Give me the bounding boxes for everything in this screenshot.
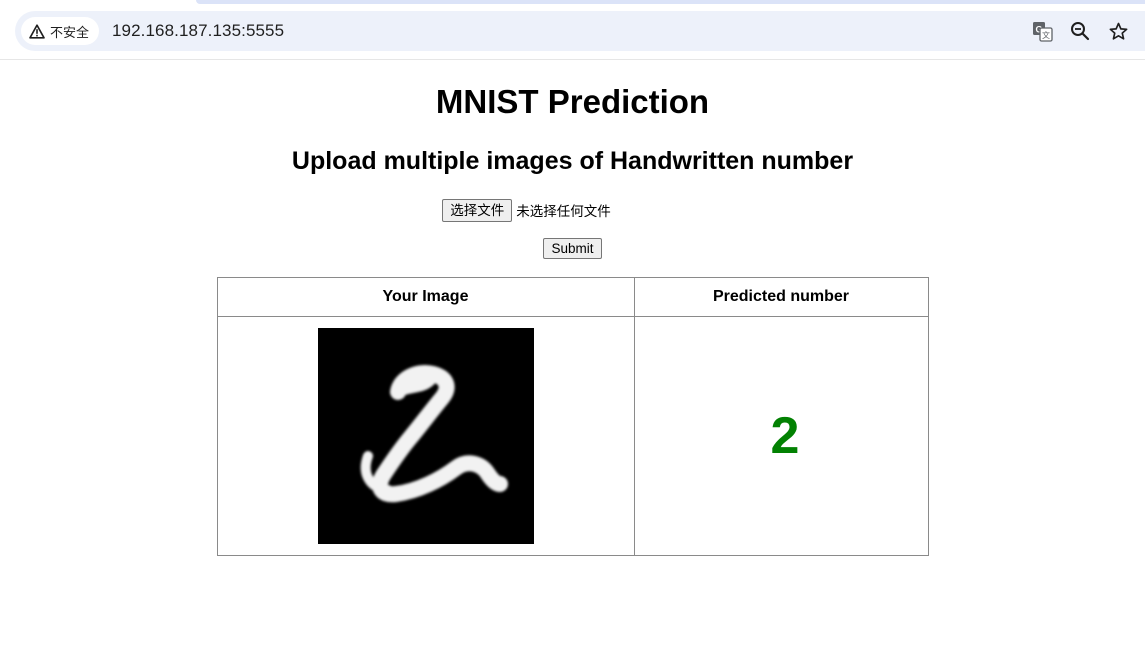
warning-icon (29, 23, 45, 39)
page-content: MNIST Prediction Upload multiple images … (0, 83, 1145, 556)
table-row: 2 (216, 316, 929, 556)
handwritten-digit-image (317, 328, 534, 544)
column-header-prediction: Predicted number (633, 277, 929, 317)
address-bar[interactable]: 不安全 192.168.187.135:5555 G 文 (15, 11, 1145, 51)
browser-toolbar: 不安全 192.168.187.135:5555 G 文 (0, 0, 1145, 60)
security-label: 不安全 (50, 24, 90, 40)
file-status-text: 未选择任何文件 (516, 204, 611, 219)
choose-file-button[interactable]: 选择文件 (442, 198, 513, 222)
bookmark-star-icon[interactable] (1107, 20, 1129, 42)
translate-icon[interactable]: G 文 (1031, 20, 1053, 42)
results-table: Your Image Predicted number 2 (216, 277, 929, 556)
table-header-row: Your Image Predicted number (216, 277, 929, 317)
page-subtitle: Upload multiple images of Handwritten nu… (291, 147, 854, 175)
prediction-cell: 2 (633, 316, 929, 556)
submit-row: Submit (0, 238, 1145, 260)
submit-button[interactable]: Submit (543, 238, 602, 259)
tab-strip-edge (196, 0, 1145, 4)
image-cell (216, 316, 635, 556)
predicted-number: 2 (770, 407, 800, 465)
file-upload-row: 选择文件 未选择任何文件 (0, 198, 1099, 222)
url-text[interactable]: 192.168.187.135:5555 (112, 21, 284, 41)
security-chip[interactable]: 不安全 (21, 17, 100, 45)
column-header-image: Your Image (216, 277, 635, 317)
svg-text:文: 文 (1042, 30, 1050, 40)
page-title: MNIST Prediction (435, 83, 710, 120)
zoom-icon[interactable] (1069, 20, 1091, 42)
